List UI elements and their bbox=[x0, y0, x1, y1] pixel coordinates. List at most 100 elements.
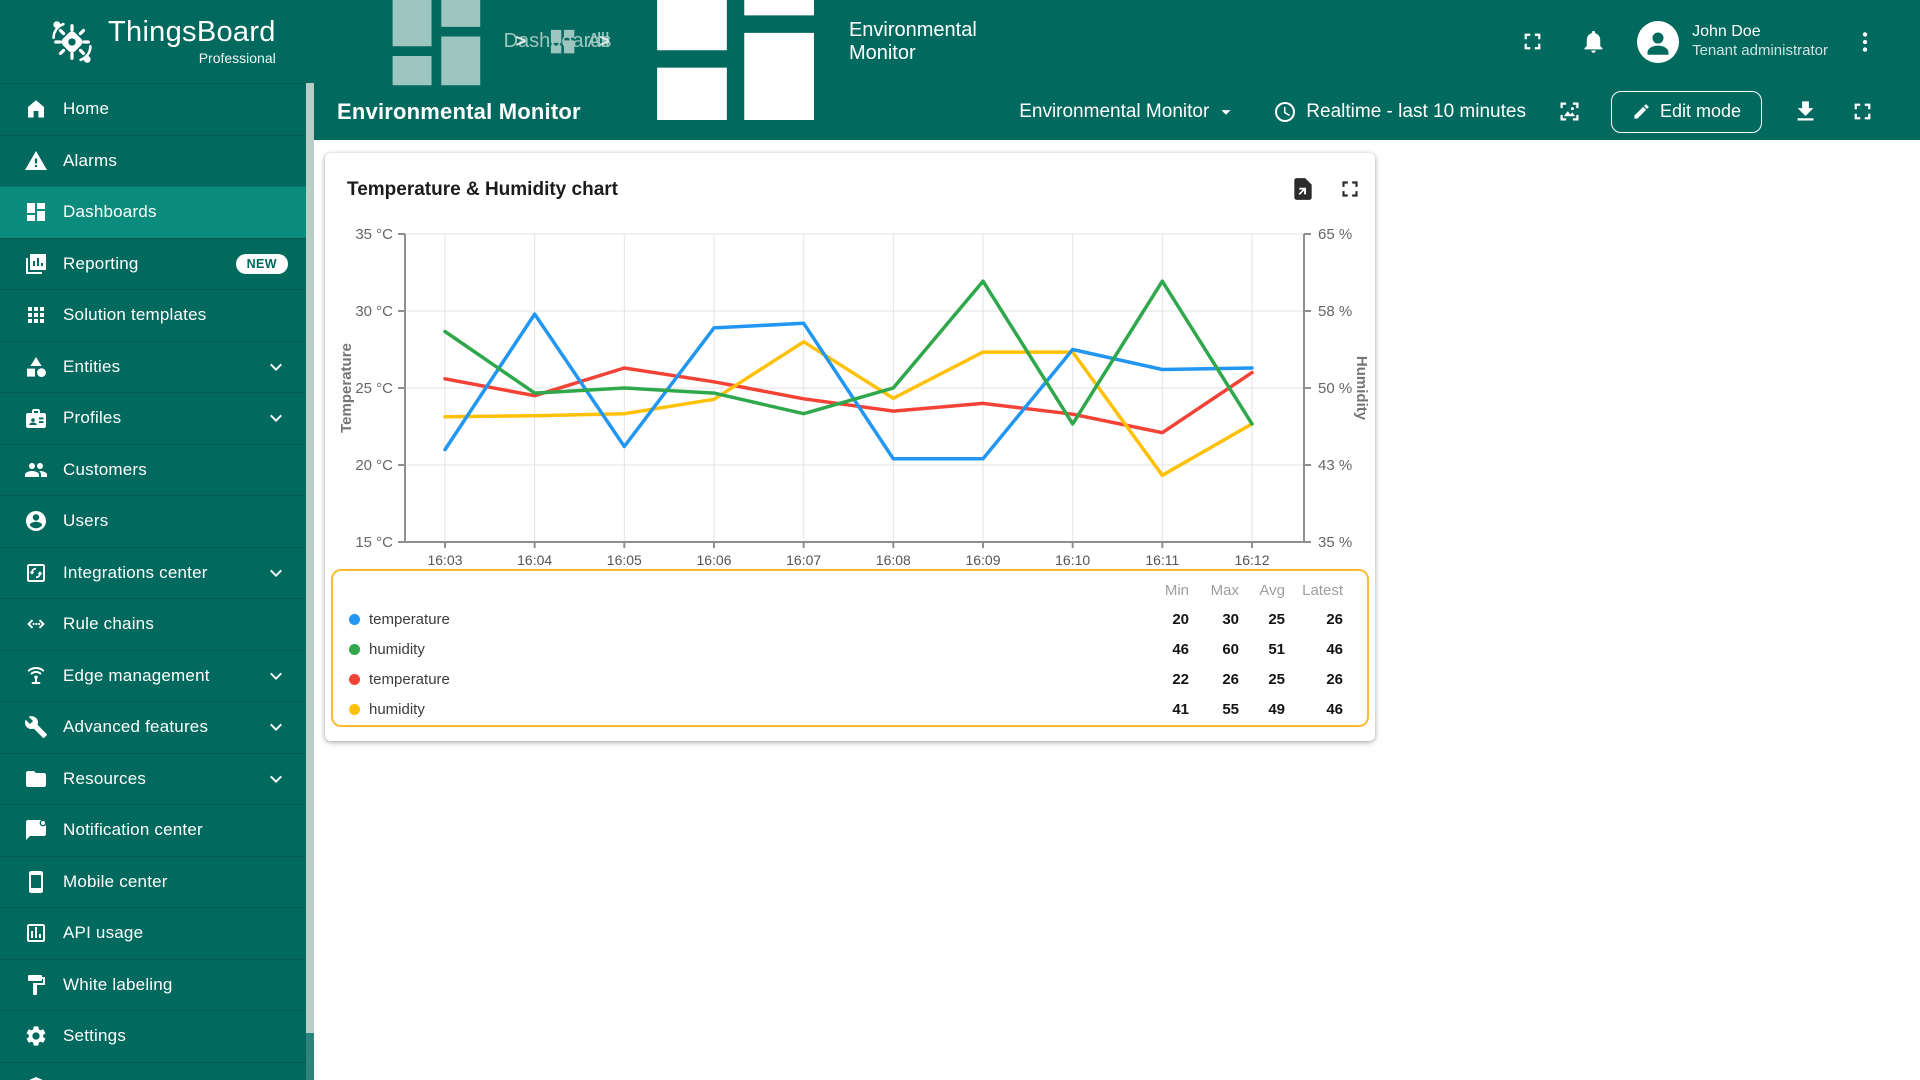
sidebar-item-settings[interactable]: Settings bbox=[0, 1010, 306, 1062]
alarms-icon bbox=[25, 150, 47, 170]
sidebar-item-entities[interactable]: Entities bbox=[0, 340, 306, 393]
sidebar-item-label: Reporting bbox=[63, 253, 139, 273]
sidebar-item-users[interactable]: Users bbox=[0, 495, 306, 547]
thingsboard-logo[interactable]: ThingsBoard Professional bbox=[0, 16, 276, 68]
sidebar-item-api-usage[interactable]: API usage bbox=[0, 907, 306, 959]
download-icon[interactable] bbox=[1792, 98, 1819, 125]
api-icon bbox=[27, 924, 45, 943]
legend-max-value: 60 bbox=[1222, 640, 1239, 658]
svg-text:16:03: 16:03 bbox=[427, 552, 462, 568]
sidebar-item-home[interactable]: Home bbox=[0, 83, 306, 135]
sidebar-item-label: Rule chains bbox=[63, 614, 155, 634]
sidebar-item-label: Advanced features bbox=[63, 717, 209, 737]
legend-header-row: Min Max Avg Latest bbox=[333, 576, 1367, 604]
toolbar-fullscreen-icon[interactable] bbox=[1849, 98, 1876, 125]
more-menu-icon[interactable] bbox=[1852, 29, 1878, 55]
legend-series-label: temperature bbox=[369, 670, 450, 688]
breadcrumb: Dashboards>All>Environmental Monitor bbox=[378, 0, 977, 146]
sidebar-item-resources[interactable]: Resources bbox=[0, 752, 306, 805]
legend-series-label: temperature bbox=[369, 610, 450, 628]
sidebar-item-alarms[interactable]: Alarms bbox=[0, 134, 306, 187]
legend-column-max: Max bbox=[1210, 581, 1239, 599]
white-labeling-icon bbox=[28, 974, 45, 995]
dashboards-icon bbox=[550, 29, 575, 54]
timeseries-widget: Temperature & Humidity chart 35 °C 30 °C 2… bbox=[325, 153, 1375, 741]
legend-row-temperature-2: temperature 22 26 25 26 bbox=[333, 664, 1367, 694]
dashboards-icon bbox=[392, 0, 480, 86]
sidebar-item-mobile-center[interactable]: Mobile center bbox=[0, 855, 306, 908]
sidebar-item-profiles[interactable]: Profiles bbox=[0, 392, 306, 444]
brand-subtitle: Professional bbox=[198, 49, 276, 66]
new-badge: NEW bbox=[235, 253, 288, 274]
sidebar-item-security[interactable]: Security bbox=[0, 1061, 306, 1080]
chevron-down-icon bbox=[270, 414, 282, 423]
legend-series-toggle[interactable]: temperature bbox=[349, 611, 1137, 628]
fullscreen-icon[interactable] bbox=[1519, 28, 1546, 55]
legend-avg-value: 25 bbox=[1268, 670, 1285, 688]
sidebar-item-label: Users bbox=[63, 511, 109, 531]
sidebar-item-label: API usage bbox=[63, 923, 144, 943]
legend-avg-value: 25 bbox=[1268, 610, 1285, 628]
entities-icon bbox=[27, 356, 46, 377]
sidebar-item-label: Profiles bbox=[63, 408, 122, 428]
dashboard-state-select[interactable]: Environmental Monitor bbox=[1019, 101, 1237, 123]
solution-templates-icon bbox=[28, 307, 44, 324]
legend-max-value: 26 bbox=[1222, 670, 1239, 688]
sidebar-item-label: Customers bbox=[63, 459, 147, 479]
sidebar-item-edge-management[interactable]: Edge management bbox=[0, 649, 306, 702]
rule-chains-icon bbox=[27, 619, 45, 629]
svg-text:16:12: 16:12 bbox=[1234, 552, 1269, 568]
svg-text:35 °C: 35 °C bbox=[355, 226, 393, 243]
edit-mode-label: Edit mode bbox=[1659, 101, 1741, 121]
timewindow-button[interactable]: Realtime - last 10 minutes bbox=[1273, 100, 1526, 124]
sidebar-item-advanced-features[interactable]: Advanced features bbox=[0, 701, 306, 753]
legend-series-toggle[interactable]: humidity bbox=[349, 641, 1137, 658]
breadcrumb-item-all[interactable]: All bbox=[547, 26, 610, 57]
dashboards-icon bbox=[656, 0, 814, 120]
user-name: John Doe bbox=[1692, 23, 1761, 41]
sidebar-scrollbar[interactable] bbox=[306, 83, 314, 1080]
resources-icon bbox=[26, 770, 46, 787]
legend-row-temperature-0: temperature 20 30 25 26 bbox=[333, 604, 1367, 634]
sidebar-item-label: Notification center bbox=[63, 820, 203, 840]
widget-fullscreen-icon[interactable] bbox=[1337, 176, 1363, 202]
sidebar-item-dashboards[interactable]: Dashboards bbox=[0, 186, 306, 238]
sidebar: Home Alarms Dashboards Reporting NEW Solution… bbox=[0, 83, 314, 1080]
legend-latest-value: 26 bbox=[1326, 670, 1343, 688]
legend-column-min: Min bbox=[1164, 581, 1189, 599]
customers-icon bbox=[25, 462, 47, 477]
dashboard-image-icon[interactable] bbox=[1556, 98, 1583, 125]
user-info[interactable]: John Doe Tenant administrator bbox=[1692, 22, 1828, 61]
svg-text:20 °C: 20 °C bbox=[355, 457, 393, 474]
security-icon bbox=[28, 1076, 44, 1080]
svg-text:58 %: 58 % bbox=[1318, 303, 1352, 320]
sidebar-item-white-labeling[interactable]: White labeling bbox=[0, 958, 306, 1011]
avatar[interactable] bbox=[1637, 20, 1680, 63]
notifications-icon bbox=[26, 819, 47, 841]
svg-text:30 °C: 30 °C bbox=[355, 303, 393, 320]
series-line-humidity-1[interactable] bbox=[443, 279, 1254, 426]
breadcrumb-item-environmental-monitor[interactable]: Environmental Monitor bbox=[631, 0, 977, 146]
breadcrumb-item-dashboards[interactable]: Dashboards bbox=[378, 0, 611, 100]
notifications-bell-icon[interactable] bbox=[1580, 28, 1607, 55]
legend-series-toggle[interactable]: humidity bbox=[349, 701, 1137, 718]
sidebar-scrollbar-thumb[interactable] bbox=[306, 83, 314, 1033]
home-icon bbox=[28, 100, 44, 118]
legend-latest-value: 46 bbox=[1326, 640, 1343, 658]
sidebar-item-solution-templates[interactable]: Solution templates bbox=[0, 289, 306, 341]
sidebar-item-integrations-center[interactable]: Integrations center bbox=[0, 546, 306, 599]
legend-series-toggle[interactable]: temperature bbox=[349, 671, 1137, 688]
svg-text:43 %: 43 % bbox=[1318, 457, 1352, 474]
legend-column-latest: Latest bbox=[1302, 581, 1343, 599]
legend-row-humidity-3: humidity 41 55 49 46 bbox=[333, 694, 1367, 724]
widget-export-icon[interactable] bbox=[1290, 176, 1316, 202]
edit-mode-button[interactable]: Edit mode bbox=[1610, 90, 1762, 133]
legend-max-value: 30 bbox=[1222, 610, 1239, 628]
legend-min-value: 22 bbox=[1172, 670, 1189, 688]
sidebar-item-customers[interactable]: Customers bbox=[0, 443, 306, 496]
sidebar-item-notification-center[interactable]: Notification center bbox=[0, 804, 306, 856]
sidebar-item-rule-chains[interactable]: Rule chains bbox=[0, 598, 306, 650]
sidebar-item-reporting[interactable]: Reporting NEW bbox=[0, 237, 306, 290]
user-role: Tenant administrator bbox=[1692, 42, 1828, 60]
integrations-icon bbox=[27, 563, 45, 582]
